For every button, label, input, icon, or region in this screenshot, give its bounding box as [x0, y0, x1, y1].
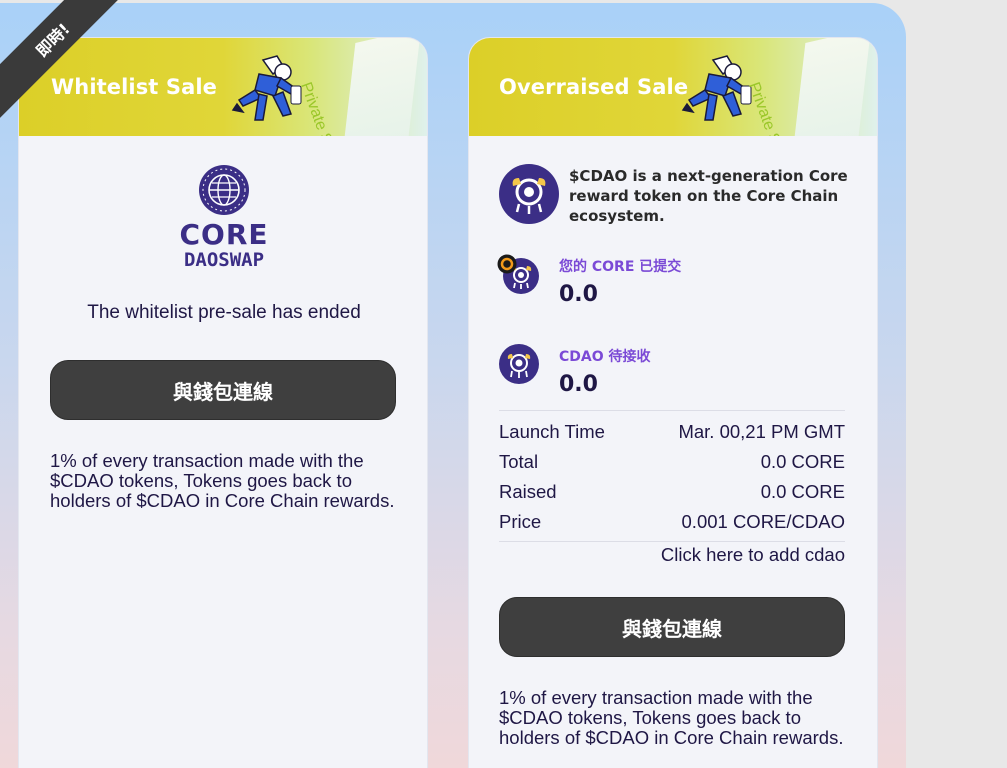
ribbon-background — [789, 38, 871, 136]
divider — [499, 410, 845, 411]
info-row-price: Price 0.001 CORE/CDAO — [499, 507, 845, 537]
core-submitted-value: 0.0 — [559, 282, 598, 307]
fee-note: 1% of every transaction made with the $C… — [499, 687, 844, 748]
globe-logo-icon — [199, 165, 249, 215]
logo-subtext: DAOSWAP — [183, 249, 265, 271]
cdao-pending-balance: CDAO 待接收 0.0 — [499, 344, 849, 404]
token-summary: $CDAO is a next-generation Core reward t… — [499, 164, 849, 228]
core-coin-icon — [497, 254, 517, 274]
info-value: 0.001 CORE/CDAO — [681, 511, 845, 532]
core-submitted-balance: 您的 CORE 已提交 0.0 — [497, 254, 849, 314]
cdao-pending-label: CDAO 待接收 — [559, 349, 651, 365]
logo-wordmark: CORE — [179, 218, 269, 251]
card-title: Whitelist Sale — [51, 75, 217, 99]
info-row-raised: Raised 0.0 CORE — [499, 477, 845, 507]
divider — [499, 541, 845, 542]
presale-status-text: The whitelist pre-sale has ended — [87, 302, 361, 323]
core-submitted-label: 您的 CORE 已提交 — [559, 259, 682, 275]
fee-note: 1% of every transaction made with the $C… — [50, 450, 395, 511]
info-label: Launch Time — [499, 421, 605, 442]
connect-wallet-button[interactable]: 與錢包連線 — [499, 597, 845, 657]
info-value: 0.0 CORE — [760, 481, 845, 502]
card-header: Overraised Sale Private Sale — [469, 38, 877, 136]
info-label: Total — [499, 451, 539, 472]
info-label: Price — [499, 511, 542, 532]
info-label: Raised — [499, 481, 557, 502]
info-value: 0.0 CORE — [760, 451, 845, 472]
whitelist-sale-card: Whitelist Sale Private Sale CORE DAOSWAP… — [18, 37, 428, 768]
ribbon-background — [339, 38, 421, 136]
cdao-pending-value: 0.0 — [559, 372, 598, 397]
card-title: Overraised Sale — [499, 75, 689, 99]
sale-panel: Whitelist Sale Private Sale CORE DAOSWAP… — [0, 3, 906, 768]
add-cdao-link[interactable]: Click here to add cdao — [661, 544, 845, 566]
cdao-token-icon — [499, 164, 559, 224]
connect-wallet-button[interactable]: 與錢包連線 — [50, 360, 396, 420]
core-daoswap-logo: CORE DAOSWAP — [19, 164, 427, 271]
info-row-launch-time: Launch Time Mar. 00,21 PM GMT — [499, 417, 845, 447]
card-header: Whitelist Sale Private Sale — [19, 38, 427, 136]
token-description: $CDAO is a next-generation Core reward t… — [569, 167, 848, 225]
cdao-token-icon — [499, 344, 539, 384]
info-value: Mar. 00,21 PM GMT — [678, 421, 845, 442]
info-row-total: Total 0.0 CORE — [499, 447, 845, 477]
overraised-sale-card: Overraised Sale Private Sale $CDAO is a … — [468, 37, 878, 768]
